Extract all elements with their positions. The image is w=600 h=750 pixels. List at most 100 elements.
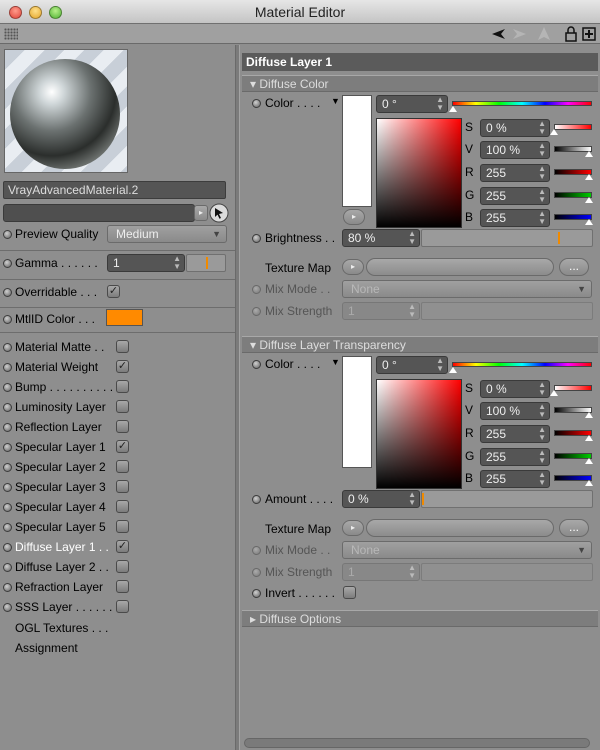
diffuse-hue-bar[interactable] bbox=[452, 101, 592, 106]
diffuse-mix-mode-dropdown[interactable]: None ▼ bbox=[342, 280, 592, 298]
specular-layer-5-checkbox[interactable] bbox=[116, 520, 129, 533]
luminosity-layer-checkbox[interactable] bbox=[116, 400, 129, 413]
diffuse-layer-2-label[interactable]: Diffuse Layer 2 . . bbox=[15, 560, 109, 574]
diffuse-layer-1-label[interactable]: Diffuse Layer 1 . . bbox=[15, 540, 109, 554]
specular-layer-4-label[interactable]: Specular Layer 4 bbox=[15, 500, 106, 514]
transparency-mix-mode-dropdown[interactable]: None ▼ bbox=[342, 541, 592, 559]
diffuse-s-input[interactable]: 0 % ▲ ▼ bbox=[480, 119, 550, 137]
stepper-icon[interactable]: ▲ ▼ bbox=[436, 357, 444, 373]
gamma-slider-marker[interactable] bbox=[206, 257, 208, 269]
transparency-sv-picker[interactable] bbox=[376, 379, 462, 489]
diffuse-texture-browse-button[interactable]: ... bbox=[559, 258, 589, 276]
reflection-layer-label[interactable]: Reflection Layer bbox=[15, 420, 102, 434]
assignment-tab[interactable]: Assignment bbox=[15, 641, 78, 655]
diffuse-mix-strength-input[interactable]: 1 ▲ ▼ bbox=[342, 302, 420, 320]
diffuse-layer-2-checkbox[interactable] bbox=[116, 560, 129, 573]
gamma-dot[interactable] bbox=[3, 259, 12, 268]
new-window-icon[interactable] bbox=[581, 26, 597, 42]
material-preview[interactable] bbox=[4, 49, 128, 173]
luminosity-layer-label[interactable]: Luminosity Layer bbox=[15, 400, 106, 414]
specular-layer-2-dot[interactable] bbox=[3, 463, 12, 472]
b-pointer-icon[interactable] bbox=[585, 480, 593, 486]
material-name-field[interactable]: VrayAdvancedMaterial.2 bbox=[3, 181, 226, 199]
diffuse-texture-slot[interactable] bbox=[366, 258, 554, 276]
diffuse-hue-input[interactable]: 0 ° ▲ ▼ bbox=[376, 95, 448, 113]
s-channel-bar[interactable] bbox=[554, 124, 592, 130]
overridable-dot[interactable] bbox=[3, 288, 12, 297]
transparency-texture-browse-button[interactable]: ... bbox=[559, 519, 589, 537]
sss-layer-label[interactable]: SSS Layer . . . . . . . bbox=[15, 600, 119, 614]
amount-input[interactable]: 0 % ▲ ▼ bbox=[342, 490, 420, 508]
mtlid-color-swatch[interactable] bbox=[106, 309, 143, 326]
color-menu-arrow-icon[interactable]: ▼ bbox=[331, 357, 340, 367]
reflection-layer-dot[interactable] bbox=[3, 423, 12, 432]
transparency-color-dot[interactable] bbox=[252, 360, 261, 369]
brightness-dot[interactable] bbox=[252, 234, 261, 243]
transparency-b-input[interactable]: 255 ▲ ▼ bbox=[480, 470, 550, 488]
back-arrow-icon[interactable] bbox=[490, 26, 506, 42]
hue-pointer-icon[interactable] bbox=[449, 367, 457, 373]
mtlid-color-dot[interactable] bbox=[3, 315, 12, 324]
stepper-icon[interactable]: ▲ ▼ bbox=[538, 188, 546, 204]
panel-grip-icon[interactable] bbox=[4, 28, 18, 40]
color-menu-arrow-icon[interactable]: ▼ bbox=[331, 96, 340, 106]
diffuse-texture-play-button[interactable]: ▸ bbox=[342, 259, 364, 275]
diffuse-b-input[interactable]: 255 ▲ ▼ bbox=[480, 209, 550, 227]
specular-layer-1-checkbox[interactable]: ✓ bbox=[116, 440, 129, 453]
transparency-mix-strength-slider[interactable] bbox=[421, 563, 593, 581]
amount-slider[interactable] bbox=[421, 490, 593, 508]
material-weight-label[interactable]: Material Weight bbox=[15, 360, 98, 374]
diffuse-mix-strength-dot[interactable] bbox=[252, 307, 261, 316]
specular-layer-1-dot[interactable] bbox=[3, 443, 12, 452]
transparency-mix-strength-input[interactable]: 1 ▲ ▼ bbox=[342, 563, 420, 581]
diffuse-g-input[interactable]: 255 ▲ ▼ bbox=[480, 187, 550, 205]
diffuse-layer-1-checkbox[interactable]: ✓ bbox=[116, 540, 129, 553]
stepper-icon[interactable]: ▲ ▼ bbox=[436, 96, 444, 112]
gamma-input[interactable]: 1 ▲ ▼ bbox=[107, 254, 185, 272]
stepper-icon[interactable]: ▲ ▼ bbox=[538, 165, 546, 181]
stepper-icon[interactable]: ▲ ▼ bbox=[408, 564, 416, 580]
gamma-slider[interactable] bbox=[186, 254, 226, 272]
diffuse-options-section-header[interactable]: ▸ Diffuse Options bbox=[242, 610, 598, 627]
sss-layer-dot[interactable] bbox=[3, 603, 12, 612]
transparency-mix-strength-dot[interactable] bbox=[252, 568, 261, 577]
r-pointer-icon[interactable] bbox=[585, 435, 593, 441]
diffuse-mix-strength-slider[interactable] bbox=[421, 302, 593, 320]
transparency-hue-bar[interactable] bbox=[452, 362, 592, 367]
amount-dot[interactable] bbox=[252, 495, 261, 504]
specular-layer-2-label[interactable]: Specular Layer 2 bbox=[15, 460, 106, 474]
specular-layer-3-label[interactable]: Specular Layer 3 bbox=[15, 480, 106, 494]
hue-pointer-icon[interactable] bbox=[449, 106, 457, 112]
v-pointer-icon[interactable] bbox=[585, 151, 593, 157]
s-channel-bar[interactable] bbox=[554, 385, 592, 391]
bump-dot[interactable] bbox=[3, 383, 12, 392]
material-matte-checkbox[interactable] bbox=[116, 340, 129, 353]
stepper-icon[interactable]: ▲ ▼ bbox=[538, 381, 546, 397]
stepper-icon[interactable]: ▲ ▼ bbox=[173, 255, 181, 271]
specular-layer-4-checkbox[interactable] bbox=[116, 500, 129, 513]
material-weight-dot[interactable] bbox=[3, 363, 12, 372]
material-weight-checkbox[interactable]: ✓ bbox=[116, 360, 129, 373]
brightness-slider[interactable] bbox=[421, 229, 593, 247]
preview-quality-dropdown[interactable]: Medium ▼ bbox=[107, 225, 227, 243]
transparency-mix-mode-dot[interactable] bbox=[252, 546, 261, 555]
transparency-color-swatch[interactable] bbox=[342, 356, 372, 468]
stepper-icon[interactable]: ▲ ▼ bbox=[538, 449, 546, 465]
transparency-texture-slot[interactable] bbox=[366, 519, 554, 537]
material-matte-dot[interactable] bbox=[3, 343, 12, 352]
transparency-g-input[interactable]: 255 ▲ ▼ bbox=[480, 448, 550, 466]
stepper-icon[interactable]: ▲ ▼ bbox=[408, 491, 416, 507]
s-pointer-icon[interactable] bbox=[550, 390, 558, 396]
diffuse-mix-mode-dot[interactable] bbox=[252, 285, 261, 294]
diffuse-r-input[interactable]: 255 ▲ ▼ bbox=[480, 164, 550, 182]
specular-layer-5-dot[interactable] bbox=[3, 523, 12, 532]
forward-arrow-icon[interactable] bbox=[512, 26, 528, 42]
stepper-icon[interactable]: ▲ ▼ bbox=[408, 303, 416, 319]
refraction-layer-checkbox[interactable] bbox=[116, 580, 129, 593]
stepper-icon[interactable]: ▲ ▼ bbox=[538, 120, 546, 136]
amount-slider-marker[interactable] bbox=[422, 493, 424, 505]
diffuse-layer-2-dot[interactable] bbox=[3, 563, 12, 572]
diffuse-layer-1-dot[interactable] bbox=[3, 543, 12, 552]
specular-layer-1-label[interactable]: Specular Layer 1 bbox=[15, 440, 106, 454]
transparency-texture-play-button[interactable]: ▸ bbox=[342, 520, 364, 536]
